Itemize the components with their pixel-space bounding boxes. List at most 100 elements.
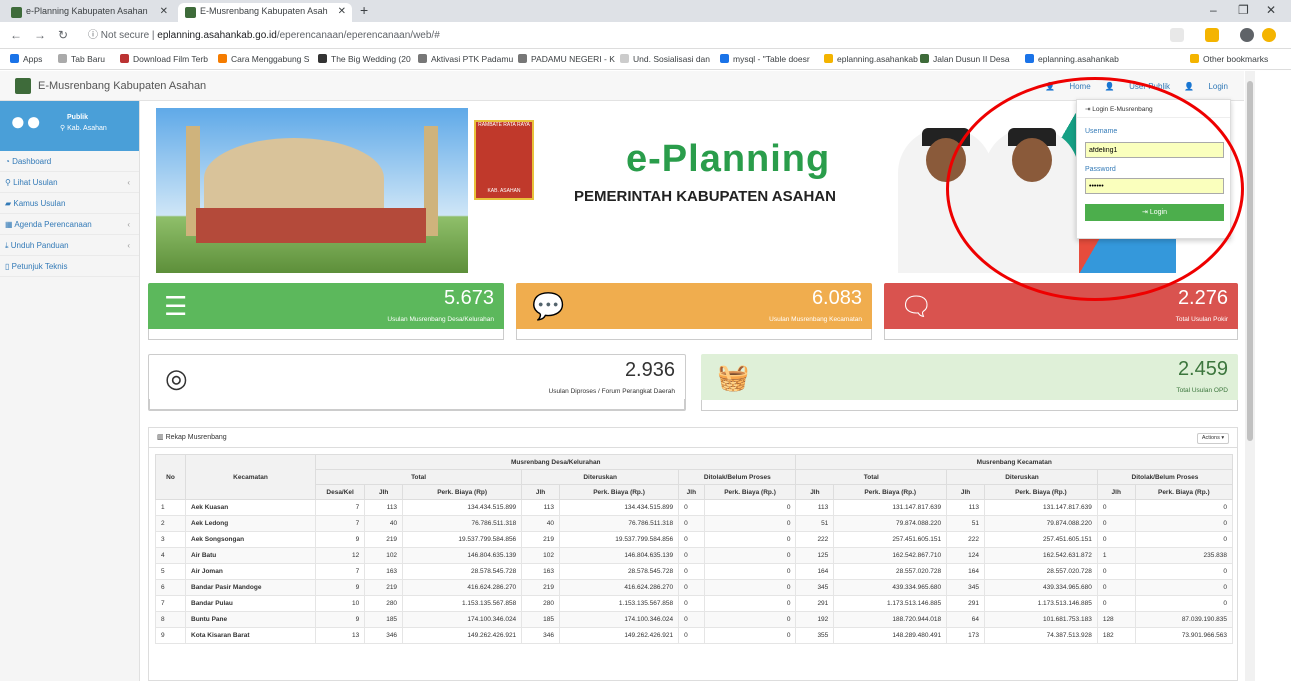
rekap-header: ▥ Rekap Musrenbang (149, 428, 1237, 448)
table-cell: 146.804.635.139 (402, 547, 523, 564)
bookmark-item[interactable]: The Big Wedding (20 (318, 54, 411, 64)
sidebar-item-petunjuk-teknis[interactable]: ▯ Petunjuk Teknis (0, 256, 139, 277)
login-link[interactable]: 👤 Login (1184, 82, 1228, 91)
table-cell: 149.262.426.921 (558, 627, 680, 644)
kecamatan-cell: Buntu Pane (185, 611, 316, 628)
stat-card-opd: 🧺 2.459 Total Usulan OPD (701, 354, 1238, 411)
table-cell: 0 (678, 611, 705, 628)
profile-icon[interactable] (1240, 28, 1254, 42)
bookmark-item[interactable]: Jalan Dusun II Desa (920, 54, 1010, 64)
table-cell: 0 (678, 547, 705, 564)
chevron-left-icon: ‹ (127, 220, 130, 229)
bookmark-item[interactable]: Apps (10, 54, 42, 64)
table-cell: 134.434.515.899 (558, 499, 680, 516)
table-cell: 19.537.799.584.856 (558, 531, 680, 548)
table-cell: 102 (521, 547, 560, 564)
bookmark-item[interactable]: Cara Menggabung S (218, 54, 309, 64)
table-cell: 0 (678, 595, 705, 612)
basket-icon: 🧺 (717, 362, 750, 392)
table-row: 4 Air Batu 12 102 146.804.635.139 102 146.804.… (155, 547, 1234, 564)
table-cell: 28.578.545.728 (402, 563, 523, 580)
bookmark-item[interactable]: eplanning.asahankab (1025, 54, 1119, 64)
extension-icon[interactable] (1205, 28, 1219, 42)
table-cell: 7 (314, 563, 366, 580)
kecamatan-cell: Air Joman (185, 563, 316, 580)
other-bookmarks[interactable]: Other bookmarks (1190, 54, 1268, 64)
table-cell: 3 (155, 531, 186, 548)
table-cell: 79.874.088.220 (833, 515, 948, 532)
kecamatan-cell: Kota Kisaran Barat (185, 627, 316, 644)
table-cell: 0 (1134, 563, 1234, 580)
site-favicon-icon (185, 7, 196, 18)
reload-icon[interactable]: ↻ (58, 28, 68, 42)
bookmark-item[interactable]: Download Film Terb (120, 54, 208, 64)
kecamatan-cell: Aek Songsongan (185, 531, 316, 548)
close-tab-icon[interactable]: ✕ (338, 6, 346, 17)
table-row: 5 Air Joman 7 163 28.578.545.728 163 28.578.54… (155, 563, 1234, 580)
table-cell: 131.147.817.639 (833, 499, 948, 516)
table-cell: 0 (1134, 531, 1234, 548)
table-cell: 51 (946, 515, 985, 532)
url-field[interactable]: ⓘ Not secure | eplanning.asahankab.go.id… (88, 27, 1208, 44)
table-cell: 7 (314, 515, 366, 532)
browser-tab-musrenbang[interactable]: E-Musrenbang Kabupaten Asah ✕ (178, 3, 352, 22)
table-row: 2 Aek Ledong 7 40 76.786.511.318 40 76.786.511… (155, 515, 1234, 532)
bookmark-item[interactable]: PADAMU NEGERI - K (518, 54, 615, 64)
table-cell: 0 (1134, 595, 1234, 612)
bookmark-item[interactable]: mysql - "Table doesr (720, 54, 810, 64)
bookmark-item[interactable]: Aktivasi PTK Padamu (418, 54, 513, 64)
table-cell: 219 (521, 531, 560, 548)
bookmarks-bar: Apps Tab Baru Download Film Terb Cara Me… (0, 49, 1291, 70)
table-cell: 28.557.020.728 (983, 563, 1098, 580)
sidebar-menu: ◔ Dashboard ⚲ Lihat Usulan ‹ ▰ Kamus Usul… (0, 151, 139, 277)
restore-icon[interactable]: ❐ (1238, 3, 1249, 17)
table-cell: 185 (364, 611, 404, 628)
page-scrollbar[interactable] (1245, 71, 1255, 681)
table-cell: 163 (521, 563, 560, 580)
table-cell: 9 (314, 611, 366, 628)
chevron-left-icon: ‹ (127, 241, 130, 250)
sidebar-item-lihat-usulan[interactable]: ⚲ Lihat Usulan ‹ (0, 172, 139, 193)
table-cell: 346 (364, 627, 404, 644)
table-cell: 0 (678, 579, 705, 596)
table-cell: 0 (1096, 563, 1136, 580)
table-cell: 12 (314, 547, 366, 564)
sidebar-item-agenda[interactable]: ▦ Agenda Perencanaan ‹ (0, 214, 139, 235)
calendar-icon: ▦ (5, 220, 15, 229)
table-cell: 0 (703, 515, 797, 532)
kecamatan-cell: Aek Kuasan (185, 499, 316, 516)
table-cell: 113 (364, 499, 404, 516)
table-cell: 0 (1096, 531, 1136, 548)
close-tab-icon[interactable]: ✕ (160, 6, 168, 17)
actions-dropdown[interactable]: Actions ▾ (1197, 433, 1229, 444)
table-cell: 124 (946, 547, 985, 564)
chart-icon: ▥ (157, 434, 166, 441)
sidebar-item-unduh-panduan[interactable]: ⤓ Unduh Panduan ‹ (0, 235, 139, 256)
menu-icon[interactable] (1262, 28, 1276, 42)
table-row: 9 Kota Kisaran Barat 13 346 149.262.426.921 3… (155, 627, 1234, 644)
table-cell: 40 (364, 515, 404, 532)
minimize-icon[interactable]: – (1210, 3, 1217, 17)
close-window-icon[interactable]: ✕ (1266, 3, 1276, 17)
table-cell: 0 (678, 563, 705, 580)
table-cell: 280 (364, 595, 404, 612)
browser-tab-eplanning[interactable]: e-Planning Kabupaten Asahan ✕ (4, 3, 174, 22)
back-icon[interactable]: ← (10, 28, 22, 42)
table-cell: 134.434.515.899 (402, 499, 523, 516)
table-cell: 113 (521, 499, 560, 516)
table-cell: 188.720.944.018 (833, 611, 948, 628)
bookmark-item[interactable]: Und. Sosialisasi dan (620, 54, 710, 64)
forward-icon[interactable]: → (34, 28, 46, 42)
table-row: 3 Aek Songsongan 9 219 19.537.799.584.856 219… (155, 531, 1234, 548)
bookmark-item[interactable]: eplanning.asahankab (824, 54, 918, 64)
bookmark-item[interactable]: Tab Baru (58, 54, 105, 64)
sidebar-item-dashboard[interactable]: ◔ Dashboard (0, 151, 139, 172)
user-location: ⚲ Kab. Asahan (60, 125, 107, 132)
new-tab-icon[interactable]: + (360, 2, 368, 18)
sidebar: ●● Publik ⚲ Kab. Asahan ◔ Dashboard ⚲ Li… (0, 101, 140, 681)
table-cell: 0 (1096, 515, 1136, 532)
table-cell: 131.147.817.639 (983, 499, 1098, 516)
key-icon[interactable] (1170, 28, 1184, 42)
sidebar-item-kamus-usulan[interactable]: ▰ Kamus Usulan (0, 193, 139, 214)
table-cell: 0 (678, 515, 705, 532)
